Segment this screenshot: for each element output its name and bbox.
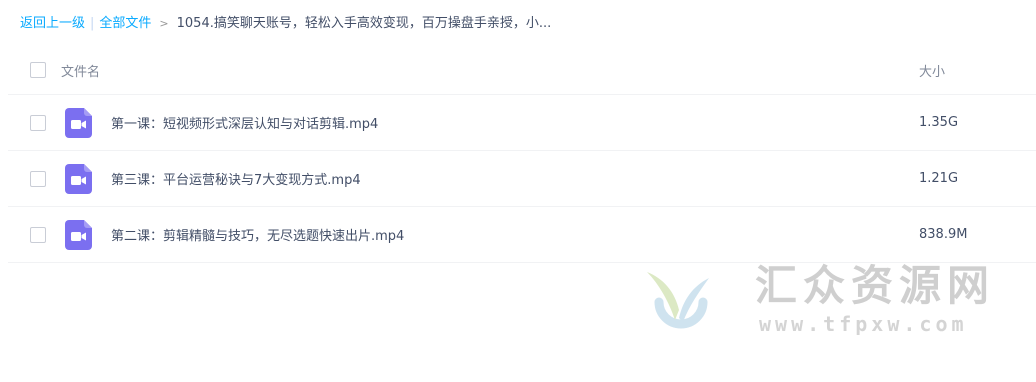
back-link[interactable]: 返回上一级	[20, 16, 85, 31]
file-name[interactable]: 第一课：短视频形式深层认知与对话剪辑.mp4	[111, 113, 919, 132]
column-header-size[interactable]: 大小	[919, 61, 1036, 80]
row-checkbox[interactable]	[30, 114, 46, 131]
select-all-checkbox[interactable]	[30, 62, 46, 78]
row-checkbox[interactable]	[30, 170, 46, 187]
video-file-icon	[65, 107, 92, 138]
file-list-header: 文件名 大小	[8, 46, 1036, 95]
file-size: 1.35G	[919, 115, 959, 130]
watermark: 汇众资源网 www.tfpxw.com	[645, 262, 995, 342]
video-file-icon	[65, 163, 92, 194]
file-row[interactable]: 第一课：短视频形式深层认知与对话剪辑.mp4 1.35G	[8, 95, 1036, 151]
file-size: 1.21G	[919, 171, 959, 186]
column-header-name[interactable]: 文件名	[61, 61, 919, 80]
watermark-title: 汇众资源网	[755, 261, 996, 310]
file-name[interactable]: 第二课：剪辑精髓与技巧，无尽选题快速出片.mp4	[111, 225, 919, 244]
file-row[interactable]: 第二课：剪辑精髓与技巧，无尽选题快速出片.mp4 838.9M	[8, 207, 1036, 263]
breadcrumb-separator: |	[90, 16, 95, 31]
current-folder-title: 1054.搞笑聊天账号，轻松入手高效变现，百万操盘手亲授，小...	[176, 16, 552, 31]
watermark-logo-icon	[647, 272, 709, 329]
all-files-link[interactable]: 全部文件	[99, 16, 151, 31]
row-checkbox[interactable]	[30, 226, 46, 243]
file-list: 文件名 大小 第一课：短视频形式深层认知与对话剪辑.mp4 1.35G 第三课：…	[8, 46, 1036, 263]
breadcrumb: 返回上一级 | 全部文件 >1054.搞笑聊天账号，轻松入手高效变现，百万操盘手亲授，…	[20, 14, 551, 34]
watermark-url: www.tfpxw.com	[759, 312, 968, 336]
file-name[interactable]: 第三课：平台运营秘诀与7大变现方式.mp4	[111, 169, 919, 188]
file-size: 838.9M	[919, 227, 968, 242]
file-row[interactable]: 第三课：平台运营秘诀与7大变现方式.mp4 1.21G	[8, 151, 1036, 207]
chevron-right-icon: >	[159, 17, 169, 30]
video-file-icon	[65, 219, 92, 250]
